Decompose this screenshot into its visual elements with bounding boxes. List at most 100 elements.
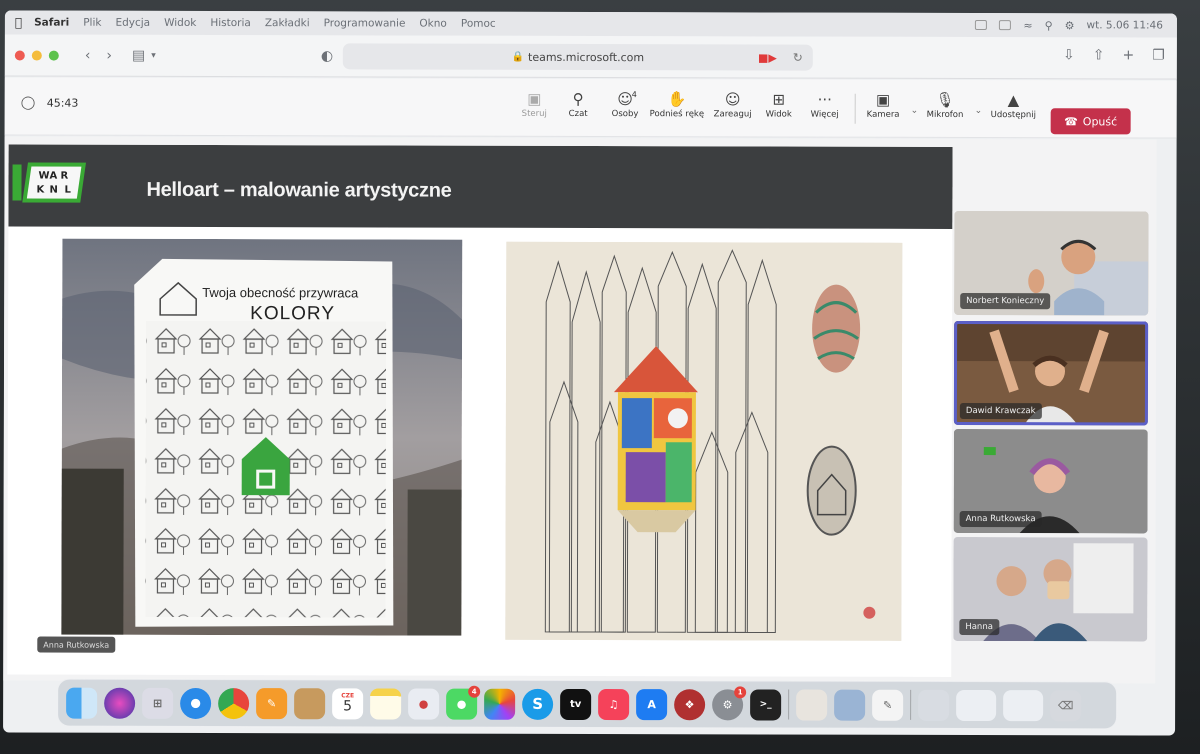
- participant-tile[interactable]: Hanna: [953, 536, 1148, 642]
- launchpad-icon[interactable]: ⊞: [142, 687, 174, 719]
- participant-tile[interactable]: Norbert Konieczny: [954, 210, 1149, 316]
- reload-icon[interactable]: ↻: [793, 51, 803, 65]
- address-bar[interactable]: 🔒 teams.microsoft.com ■▶ ↻: [342, 43, 813, 71]
- menu-plik[interactable]: Plik: [83, 17, 101, 29]
- share-icon[interactable]: ⇧: [1093, 47, 1105, 63]
- participant-name: Hanna: [959, 618, 999, 636]
- recent-files-icon[interactable]: [1003, 689, 1044, 721]
- calendar-icon[interactable]: CZE 5: [332, 687, 364, 719]
- menu-app-name[interactable]: Safari: [34, 17, 69, 29]
- menu-pomoc[interactable]: Pomoc: [461, 18, 496, 30]
- new-tab-icon[interactable]: +: [1123, 47, 1135, 63]
- smiley-icon: ☺: [724, 90, 741, 109]
- steruj-label: Steruj: [521, 108, 547, 119]
- recording-camera-icon[interactable]: ■▶: [758, 51, 777, 64]
- downloads-icon[interactable]: ⇩: [1063, 47, 1075, 63]
- participant-tile-active[interactable]: Dawid Krawczak: [953, 320, 1149, 426]
- finder-icon[interactable]: [66, 687, 98, 719]
- people-button[interactable]: ☺ 4 Osoby: [612, 89, 639, 119]
- apple-icon[interactable]: : [15, 15, 22, 29]
- view-button[interactable]: ⊞ Widok: [766, 89, 792, 119]
- music-icon[interactable]: ♫: [598, 688, 630, 720]
- view-label: Widok: [765, 109, 792, 120]
- tab-overview-icon[interactable]: ❐: [1152, 47, 1165, 63]
- menu-zakladki[interactable]: Zakładki: [265, 17, 310, 29]
- siri-icon[interactable]: [104, 687, 136, 719]
- warkonkol-logo: W A R K N L: [12, 162, 86, 203]
- back-icon[interactable]: ‹: [85, 47, 91, 63]
- leave-meeting-button[interactable]: ☎ Opuść: [1050, 108, 1131, 135]
- notes-icon[interactable]: [370, 687, 402, 720]
- search-icon[interactable]: ⚲: [1045, 19, 1053, 32]
- camera-options-chevron-icon[interactable]: ⌄: [911, 106, 919, 116]
- trash-icon[interactable]: ⌫: [1050, 689, 1082, 721]
- microphone-options-chevron-icon[interactable]: ⌄: [975, 106, 983, 116]
- menu-edycja[interactable]: Edycja: [115, 17, 150, 29]
- participant-tile[interactable]: Anna Rutkowska: [953, 428, 1148, 534]
- react-button[interactable]: ☺ Zareaguj: [714, 89, 752, 119]
- grid-icon: ⊞: [772, 90, 786, 109]
- microphone-label: Mikrofon: [926, 109, 964, 120]
- downloads-folder-icon[interactable]: [918, 689, 950, 721]
- contacts-icon[interactable]: [294, 687, 326, 719]
- wifi-icon[interactable]: ≈: [1023, 19, 1032, 32]
- share-screen-button[interactable]: ▲ Udostępnij: [991, 90, 1036, 120]
- photo-booth-icon[interactable]: ●: [408, 688, 440, 720]
- teams-meeting-toolbar: ◯ 45:43 ▣ Steruj ⚲ Czat ☺ 4 Osoby ✋ Podn…: [4, 77, 1177, 139]
- dock-separator: [910, 689, 912, 720]
- messages-icon[interactable]: ● 4: [446, 685, 481, 720]
- mac-menu-bar:  Safari Plik Edycja Widok Historia Zakł…: [4, 10, 1177, 38]
- safari-icon[interactable]: [180, 687, 212, 719]
- menu-clock[interactable]: wt. 5.06 11:46: [1087, 19, 1163, 31]
- pages-icon[interactable]: ✎: [256, 687, 288, 719]
- system-settings-icon[interactable]: ⚙ 1: [712, 685, 747, 720]
- chat-button[interactable]: ⚲ Czat: [569, 89, 588, 119]
- safari-tech-preview-icon[interactable]: ❖: [674, 688, 706, 720]
- raise-hand-label: Podnieś rękę: [649, 109, 705, 120]
- people-label: Osoby: [611, 109, 639, 120]
- participant-name: Norbert Konieczny: [960, 292, 1051, 310]
- terminal-icon[interactable]: >_: [750, 688, 782, 721]
- photos-icon[interactable]: [484, 688, 516, 720]
- chat-icon: ⚲: [572, 89, 584, 108]
- minimize-button[interactable]: [31, 50, 42, 61]
- app-store-icon[interactable]: A: [636, 688, 668, 720]
- raise-hand-button[interactable]: ✋ Podnieś rękę: [650, 89, 704, 119]
- menu-historia[interactable]: Historia: [210, 17, 251, 29]
- recent-document-icon[interactable]: [834, 689, 866, 721]
- sidebar-icon[interactable]: ▤: [132, 47, 145, 63]
- settings-badge: 1: [734, 685, 747, 698]
- logo-letter: W: [38, 171, 49, 182]
- mural-photo: Twoja obecność przywraca KOLORY: [61, 238, 463, 636]
- menu-widok[interactable]: Widok: [164, 17, 196, 29]
- chevron-down-icon[interactable]: ▾: [151, 50, 156, 60]
- more-button[interactable]: ··· Więcej: [811, 90, 839, 120]
- zoom-button[interactable]: [48, 50, 59, 61]
- documents-folder-icon[interactable]: [956, 689, 997, 721]
- logo-letter: A: [49, 171, 57, 182]
- menu-programowanie[interactable]: Programowanie: [324, 17, 406, 29]
- steruj-button[interactable]: ▣ Steruj: [522, 89, 547, 119]
- microphone-icon: 🎙: [935, 90, 955, 109]
- camera-status-icon[interactable]: [975, 20, 988, 31]
- preview-icon[interactable]: [796, 689, 828, 721]
- lock-icon: 🔒: [511, 51, 525, 63]
- control-center-icon[interactable]: ⚙: [1065, 19, 1075, 32]
- chrome-icon[interactable]: [218, 687, 250, 719]
- battery-icon[interactable]: [999, 20, 1012, 31]
- microphone-button[interactable]: 🎙 Mikrofon: [927, 90, 964, 120]
- close-button[interactable]: [14, 49, 25, 61]
- hand-icon: ✋: [667, 90, 687, 109]
- safari-toolbar: ‹ › ▤ ▾ ◐ 🔒 teams.microsoft.com ■▶ ↻ ⇩ ⇧…: [4, 34, 1177, 80]
- forward-icon[interactable]: ›: [106, 47, 112, 63]
- privacy-shield-icon[interactable]: ◐: [321, 48, 333, 64]
- textedit-icon[interactable]: ✎: [872, 689, 904, 721]
- apple-tv-icon[interactable]: tv: [560, 688, 592, 720]
- menu-okno[interactable]: Okno: [419, 18, 446, 30]
- url-text: teams.microsoft.com: [528, 50, 645, 64]
- calendar-day: 5: [343, 698, 353, 715]
- camera-button[interactable]: ▣ Kamera: [867, 90, 900, 120]
- skype-icon[interactable]: S: [522, 688, 554, 720]
- participant-name: Dawid Krawczak: [959, 402, 1042, 420]
- meeting-shield-icon[interactable]: ◯: [21, 96, 36, 111]
